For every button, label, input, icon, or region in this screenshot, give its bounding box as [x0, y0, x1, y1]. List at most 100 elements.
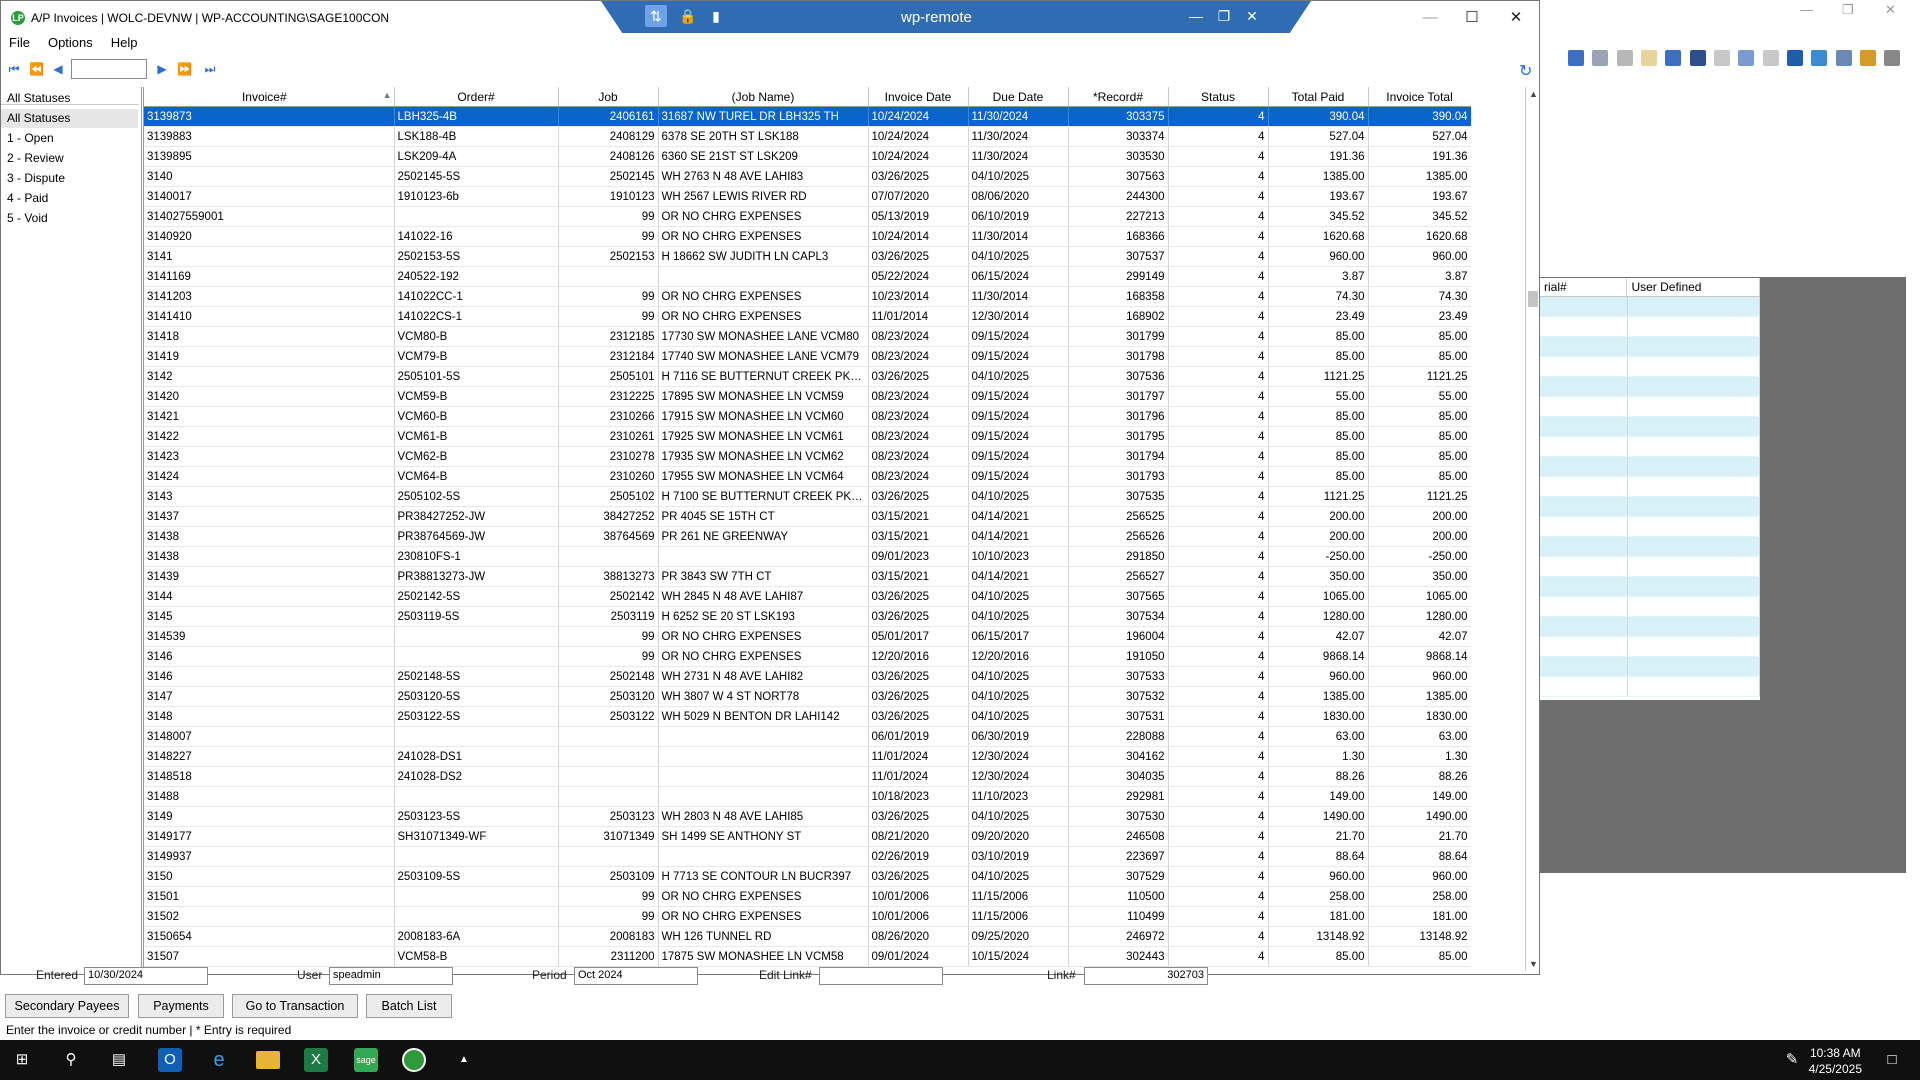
table-cell[interactable]: LSK209-4A [394, 146, 559, 167]
paste-icon[interactable] [1762, 50, 1779, 66]
search-icon[interactable]: ⚲ [59, 1048, 83, 1072]
table-cell[interactable]: 2312184 [558, 346, 659, 367]
table-cell[interactable]: 2505101-5S [394, 366, 559, 387]
minimize-button[interactable]: — [1415, 7, 1445, 29]
table-cell[interactable] [558, 546, 659, 567]
table-cell[interactable]: 85.00 [1368, 326, 1471, 347]
table-cell[interactable] [394, 726, 559, 747]
table-cell[interactable]: OR NO CHRG EXPENSES [658, 226, 869, 247]
table-cell[interactable]: 04/10/2025 [968, 166, 1069, 187]
table-row[interactable]: 3139873 LBH325-4B 2406161 31687 NW TUREL DR… [144, 106, 1471, 127]
table-cell[interactable] [558, 846, 659, 867]
table-cell[interactable]: 4 [1168, 926, 1269, 947]
col-status[interactable]: Status [1168, 87, 1269, 107]
table-cell[interactable]: 08/21/2020 [868, 826, 969, 847]
table-cell[interactable]: 3140017 [144, 186, 395, 207]
table-cell[interactable]: 960.00 [1268, 666, 1369, 687]
table-cell[interactable]: 06/15/2024 [968, 266, 1069, 287]
table-cell[interactable]: 11/30/2024 [968, 146, 1069, 167]
table-row[interactable]: 3140017 1910123-6b 1910123 WH 2567 LEWIS RI… [144, 186, 1471, 207]
table-row[interactable]: 314539 99 OR NO CHRG EXPENSES 05/01/2017 06/… [144, 626, 1471, 647]
table-cell[interactable] [658, 786, 869, 807]
table-cell[interactable] [658, 546, 869, 567]
previous-page-icon[interactable]: ⏪ [29, 61, 44, 77]
table-cell[interactable]: 03/15/2021 [868, 506, 969, 527]
table-cell[interactable]: 04/10/2025 [968, 666, 1069, 687]
table-cell[interactable]: 1910123-6b [394, 186, 559, 207]
table-cell[interactable]: 04/10/2025 [968, 606, 1069, 627]
table-cell[interactable]: 345.52 [1368, 206, 1471, 227]
table-cell[interactable]: 240522-192 [394, 266, 559, 287]
bg-restore-icon[interactable]: ❐ [1842, 2, 1854, 18]
table-cell[interactable]: 07/07/2020 [868, 186, 969, 207]
batch-list-button[interactable]: Batch List [366, 994, 452, 1018]
remote-minimize-icon[interactable]: — [1185, 5, 1207, 27]
table-cell[interactable]: 3148227 [144, 746, 395, 767]
table-cell[interactable]: 196004 [1068, 626, 1169, 647]
table-cell[interactable]: 1.30 [1268, 746, 1369, 767]
table-cell[interactable]: OR NO CHRG EXPENSES [658, 306, 869, 327]
table-row[interactable]: 31419 VCM79-B 2312184 17740 SW MONASHEE LAN… [144, 346, 1471, 367]
table-cell[interactable]: 230810FS-1 [394, 546, 559, 567]
table-cell[interactable]: 307532 [1068, 686, 1169, 707]
table-cell[interactable]: 256526 [1068, 526, 1169, 547]
table-cell[interactable]: 09/15/2024 [968, 466, 1069, 487]
table-cell[interactable]: 03/15/2021 [868, 526, 969, 547]
table-cell[interactable]: 04/10/2025 [968, 806, 1069, 827]
table-cell[interactable]: 4 [1168, 846, 1269, 867]
table-cell[interactable]: 2502142-5S [394, 586, 559, 607]
table-cell[interactable]: 08/23/2024 [868, 386, 969, 407]
table-cell[interactable]: 08/23/2024 [868, 326, 969, 347]
table-cell[interactable]: 08/06/2020 [968, 186, 1069, 207]
bg-close-icon[interactable]: ✕ [1885, 2, 1896, 18]
scroll-thumb[interactable] [1528, 291, 1538, 307]
table-cell[interactable] [658, 726, 869, 747]
table-row[interactable]: 3150654 2008183-6A 2008183 WH 126 TUNNEL RD… [144, 926, 1471, 947]
table-cell[interactable]: 307531 [1068, 706, 1169, 727]
table-cell[interactable]: 09/01/2023 [868, 546, 969, 567]
table-row[interactable]: 31488 10/18/2023 11/10/2023 292981 4 149.00 14… [144, 786, 1471, 807]
table-cell[interactable]: 1830.00 [1368, 706, 1471, 727]
table-cell[interactable]: VCM61-B [394, 426, 559, 447]
table-cell[interactable]: 13148.92 [1268, 926, 1369, 947]
table-cell[interactable]: 06/01/2019 [868, 726, 969, 747]
table-cell[interactable]: 2406161 [558, 106, 659, 127]
table-cell[interactable]: 31418 [144, 326, 395, 347]
table-cell[interactable]: OR NO CHRG EXPENSES [658, 626, 869, 647]
next-record-icon[interactable]: ▶ [155, 61, 169, 77]
go-to-transaction-button[interactable]: Go to Transaction [232, 994, 358, 1018]
table-cell[interactable]: 181.00 [1268, 906, 1369, 927]
table-cell[interactable]: 10/10/2023 [968, 546, 1069, 567]
table-cell[interactable]: 3148007 [144, 726, 395, 747]
table-cell[interactable]: 06/30/2019 [968, 726, 1069, 747]
table-cell[interactable] [658, 746, 869, 767]
remote-restore-icon[interactable]: ❐ [1213, 5, 1235, 27]
table-cell[interactable]: OR NO CHRG EXPENSES [658, 206, 869, 227]
table-cell[interactable]: 2008183 [558, 926, 659, 947]
table-cell[interactable]: 2502145 [558, 166, 659, 187]
table-cell[interactable]: PR 4045 SE 15TH CT [658, 506, 869, 527]
table-cell[interactable]: 2310261 [558, 426, 659, 447]
table-cell[interactable]: 12/20/2016 [968, 646, 1069, 667]
table-cell[interactable]: OR NO CHRG EXPENSES [658, 886, 869, 907]
printer-icon[interactable] [1884, 50, 1901, 66]
menu-help[interactable]: Help [111, 35, 138, 55]
table-cell[interactable]: 4 [1168, 726, 1269, 747]
table-cell[interactable]: 4 [1168, 326, 1269, 347]
table-cell[interactable]: 301794 [1068, 446, 1169, 467]
table-cell[interactable]: 05/22/2024 [868, 266, 969, 287]
table-cell[interactable]: H 7100 SE BUTTERNUT CREEK PKWY... [658, 486, 869, 507]
table-cell[interactable]: 3.87 [1368, 266, 1471, 287]
table-cell[interactable]: 3149937 [144, 846, 395, 867]
table-cell[interactable]: 05/13/2019 [868, 206, 969, 227]
period-field[interactable]: Oct 2024 [574, 967, 698, 985]
table-cell[interactable]: 314539 [144, 626, 395, 647]
table-row[interactable]: 3149177 SH31071349-WF 31071349 SH 1499 SE A… [144, 826, 1471, 847]
record-search-input[interactable] [71, 59, 147, 79]
previous-record-icon[interactable]: ◀ [51, 61, 65, 77]
edit-icon[interactable] [1811, 50, 1828, 66]
table-cell[interactable]: 11/15/2006 [968, 906, 1069, 927]
table-cell[interactable]: 85.00 [1368, 346, 1471, 367]
table-cell[interactable]: 85.00 [1268, 426, 1369, 447]
status-all[interactable]: All Statuses [1, 109, 138, 128]
